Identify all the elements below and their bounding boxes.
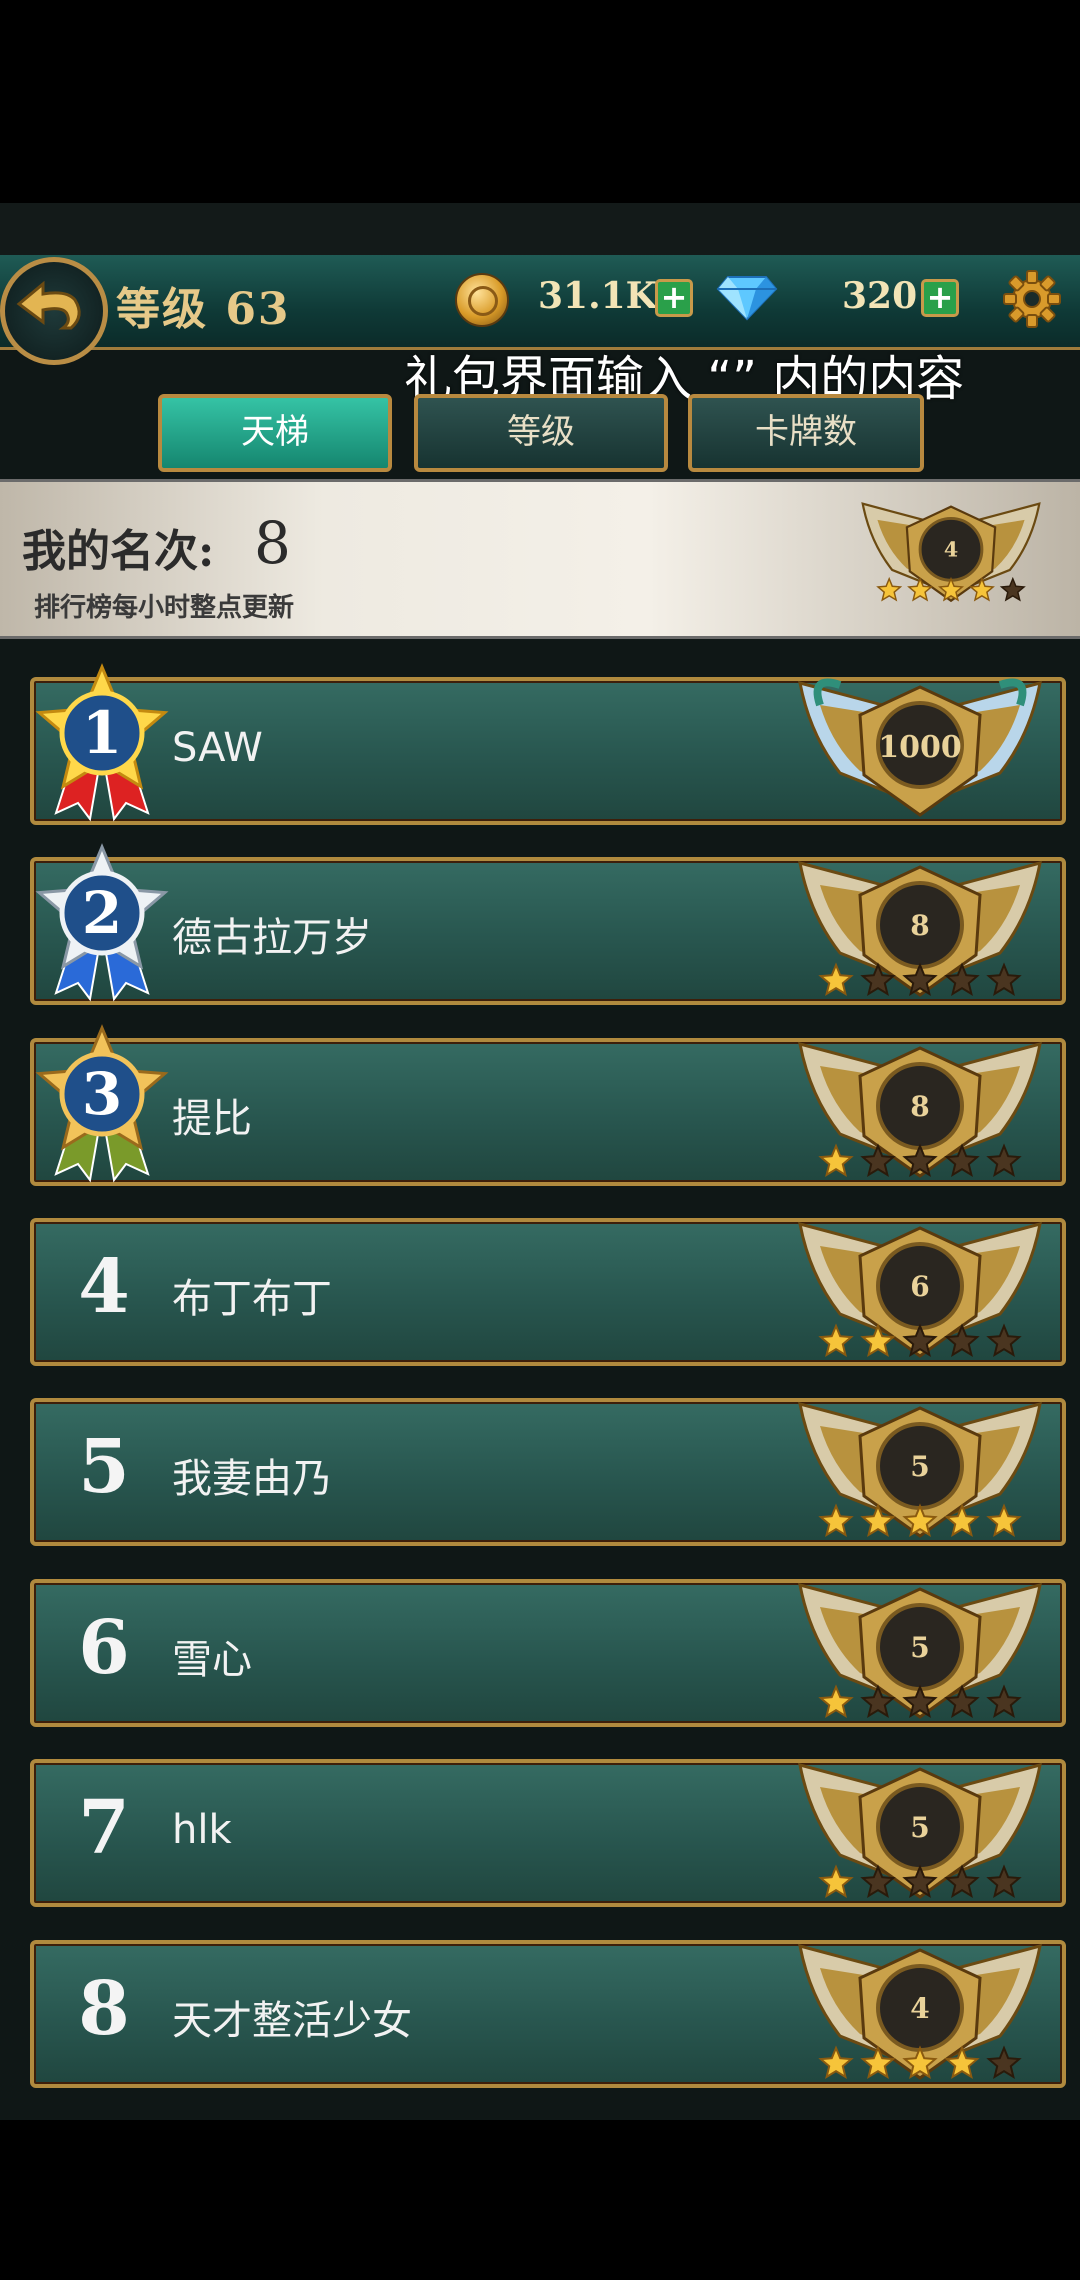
rank-star-icon (818, 2045, 854, 2080)
rank-emblem: 5 (780, 1577, 1060, 1731)
player-name: 布丁布丁 (172, 1276, 332, 1322)
emblem-value: 1000 (878, 730, 962, 765)
rank-star-icon (818, 1503, 854, 1538)
rank-star-icon (818, 962, 854, 997)
rank-emblem: 5 (780, 1757, 1060, 1911)
emblem-value: 8 (910, 1090, 929, 1123)
rank-medal-icon: 1 (32, 663, 172, 827)
tab-level[interactable]: 等级 (414, 394, 668, 472)
rank-number: 6 (78, 1605, 130, 1691)
my-rank-value: 8 (254, 509, 291, 577)
emblem-value: 5 (910, 1811, 929, 1844)
emblem-value: 5 (910, 1450, 929, 1483)
emblem-value: 4 (944, 538, 958, 562)
medal-rank-number: 2 (82, 879, 122, 947)
rank-star-icon (986, 1503, 1022, 1538)
emblem-value: 8 (910, 909, 929, 942)
emblem-value: 6 (910, 1270, 929, 1303)
rank-emblem: 8 (780, 855, 1060, 1009)
my-rank-emblem: 4 (848, 487, 1054, 623)
player-name: 我妻由乃 (172, 1456, 332, 1502)
game-screen: 等级 63 31.1K + 320 + 礼包界面输入 “” 内的内容 天梯 等级… (0, 203, 1080, 2120)
coin-icon (455, 273, 509, 327)
player-name: 德古拉万岁 (172, 915, 372, 961)
rank-star-icon (986, 1143, 1022, 1178)
rank-star-icon (818, 1323, 854, 1358)
rank-emblem: 4 (780, 1938, 1060, 2092)
rank-star-icon (999, 576, 1026, 602)
rank-star-icon (986, 1684, 1022, 1719)
player-level: 等级 63 (116, 284, 291, 335)
rank-star-icon (818, 1143, 854, 1178)
gem-count: 320 (842, 275, 918, 317)
rank-star-icon (986, 2045, 1022, 2080)
add-coins-button[interactable]: + (655, 279, 693, 317)
add-gems-button[interactable]: + (921, 279, 959, 317)
emblem-value: 5 (910, 1631, 929, 1664)
rank-medal-icon: 3 (32, 1024, 172, 1188)
back-button[interactable] (0, 257, 108, 365)
rank-star-icon (986, 1323, 1022, 1358)
tab-card-count[interactable]: 卡牌数 (688, 394, 924, 472)
rank-emblem: 5 (780, 1396, 1060, 1550)
tab-ladder[interactable]: 天梯 (158, 394, 392, 472)
top-stripe (0, 203, 1080, 255)
player-name: SAW (172, 725, 263, 771)
player-name: 雪心 (172, 1637, 252, 1683)
rank-emblem: 6 (780, 1216, 1060, 1370)
gear-icon[interactable] (1002, 269, 1062, 329)
rank-star-icon (986, 1864, 1022, 1899)
player-name: 提比 (172, 1096, 252, 1142)
rank-number: 7 (78, 1785, 130, 1871)
emblem-value: 4 (910, 1992, 929, 2025)
coin-count: 31.1K (538, 275, 657, 317)
rank-star-icon (818, 1864, 854, 1899)
rank-star-icon (986, 962, 1022, 997)
rank-number: 8 (78, 1966, 130, 2052)
player-name: 天才整活少女 (172, 1998, 412, 2044)
medal-rank-number: 1 (82, 699, 122, 767)
rank-emblem: 1000 (780, 675, 1060, 829)
my-rank-label: 我的名次: (22, 526, 215, 577)
rank-star-icon (818, 1684, 854, 1719)
rank-medal-icon: 2 (32, 843, 172, 1007)
player-name: hlk (172, 1807, 232, 1853)
medal-rank-number: 3 (82, 1060, 122, 1128)
rank-number: 5 (78, 1424, 130, 1510)
diamond-icon (716, 276, 778, 321)
rank-emblem: 8 (780, 1036, 1060, 1190)
rank-number: 4 (78, 1244, 130, 1330)
back-arrow-icon (16, 280, 81, 330)
update-note: 排行榜每小时整点更新 (34, 593, 295, 623)
rank-star-icon (876, 576, 903, 602)
